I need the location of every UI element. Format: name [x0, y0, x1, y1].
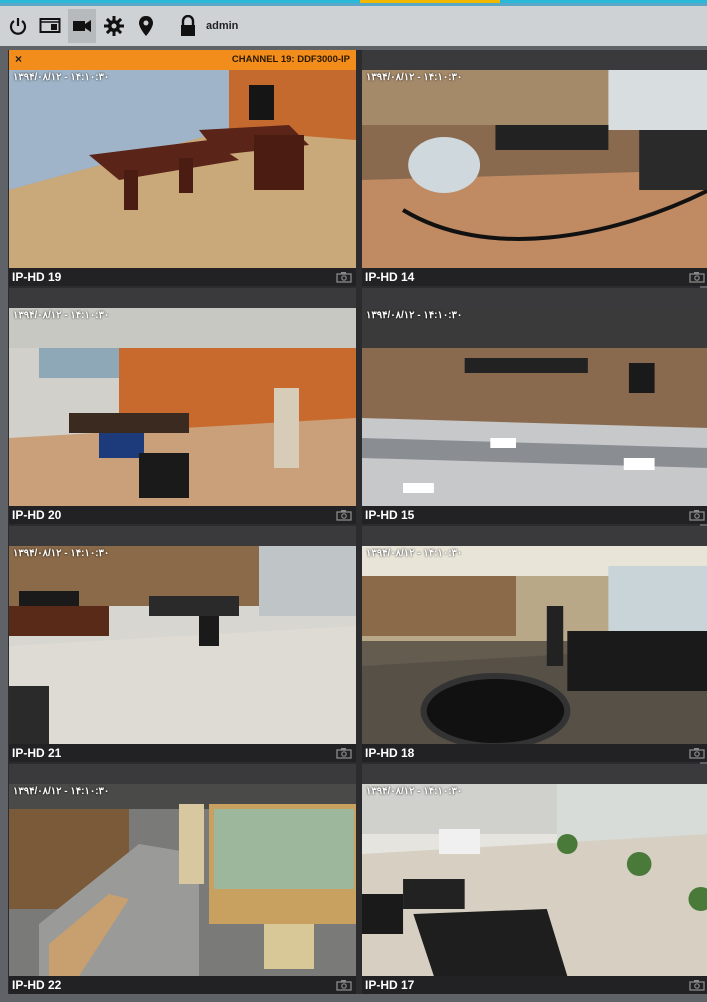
- camera-feed: [9, 784, 356, 976]
- timestamp: ۱۳۹۴/۰۸/۱۲ - ۱۴:۱۰:۳۰: [13, 310, 110, 321]
- power-icon[interactable]: [4, 9, 32, 43]
- toolbar: admin: [0, 6, 707, 46]
- tile-header: [9, 764, 356, 784]
- tile-header: [362, 288, 707, 308]
- lock-icon[interactable]: [174, 9, 202, 43]
- camera-tile[interactable]: ۱۳۹۴/۰۸/۱۲ - ۱۴:۱۰:۳۰ IP-HD 22: [9, 764, 356, 994]
- timestamp: ۱۳۹۴/۰۸/۱۲ - ۱۴:۱۰:۳۰: [366, 310, 463, 321]
- camera-feed: [9, 546, 356, 744]
- camera-tile[interactable]: ۱۳۹۴/۰۸/۱۲ - ۱۴:۱۰:۳۰ IP-HD 18: [362, 526, 707, 762]
- camera-feed: [9, 70, 356, 268]
- camera-grid: × CHANNEL 19: DDF3000-IP ۱۳۹۴/۰۸/۱۲ - ۱۴…: [8, 50, 707, 994]
- snapshot-camera-icon[interactable]: [689, 979, 705, 991]
- timestamp: ۱۳۹۴/۰۸/۱۲ - ۱۴:۱۰:۳۰: [13, 786, 110, 797]
- camera-name: IP-HD 19: [12, 270, 62, 284]
- snapshot-camera-icon[interactable]: [336, 747, 352, 759]
- timestamp: ۱۳۹۴/۰۸/۱۲ - ۱۴:۱۰:۳۰: [366, 548, 463, 559]
- tile-header: [9, 526, 356, 546]
- tile-header: × CHANNEL 19: DDF3000-IP: [9, 50, 356, 70]
- camera-name: IP-HD 17: [365, 978, 415, 992]
- camera-name: IP-HD 14: [365, 270, 415, 284]
- camera-name: IP-HD 21: [12, 746, 62, 760]
- tile-header: [362, 526, 707, 546]
- camera-feed: [9, 308, 356, 506]
- camera-tile[interactable]: ۱۳۹۴/۰۸/۱۲ - ۱۴:۱۰:۳۰ IP-HD 15: [362, 288, 707, 524]
- timestamp: ۱۳۹۴/۰۸/۱۲ - ۱۴:۱۰:۳۰: [366, 786, 463, 797]
- snapshot-camera-icon[interactable]: [689, 747, 705, 759]
- camera-tile[interactable]: × CHANNEL 19: DDF3000-IP ۱۳۹۴/۰۸/۱۲ - ۱۴…: [9, 50, 356, 286]
- camera-tile[interactable]: ۱۳۹۴/۰۸/۱۲ - ۱۴:۱۰:۳۰ IP-HD 21: [9, 526, 356, 762]
- tile-header: [362, 764, 707, 784]
- camera-video-icon[interactable]: [68, 9, 96, 43]
- camera-feed: [362, 70, 707, 268]
- snapshot-camera-icon[interactable]: [689, 271, 705, 283]
- snapshot-camera-icon[interactable]: [336, 979, 352, 991]
- camera-name: IP-HD 22: [12, 978, 62, 992]
- camera-feed: [362, 308, 707, 506]
- tile-header: [9, 288, 356, 308]
- camera-tile[interactable]: ۱۳۹۴/۰۸/۱۲ - ۱۴:۱۰:۳۰ IP-HD 20: [9, 288, 356, 524]
- camera-name: IP-HD 15: [365, 508, 415, 522]
- location-pin-icon[interactable]: [132, 9, 160, 43]
- camera-name: IP-HD 20: [12, 508, 62, 522]
- snapshot-camera-icon[interactable]: [336, 509, 352, 521]
- camera-name: IP-HD 18: [365, 746, 415, 760]
- snapshot-camera-icon[interactable]: [689, 509, 705, 521]
- username-label: admin: [206, 20, 239, 32]
- snapshot-camera-icon[interactable]: [336, 271, 352, 283]
- monitor-layout-icon[interactable]: [36, 9, 64, 43]
- gear-icon[interactable]: [100, 9, 128, 43]
- timestamp: ۱۳۹۴/۰۸/۱۲ - ۱۴:۱۰:۳۰: [13, 548, 110, 559]
- timestamp: ۱۳۹۴/۰۸/۱۲ - ۱۴:۱۰:۳۰: [366, 72, 463, 83]
- close-icon[interactable]: ×: [15, 52, 22, 66]
- tile-header: [362, 50, 707, 70]
- camera-tile[interactable]: ۱۳۹۴/۰۸/۱۲ - ۱۴:۱۰:۳۰ IP-HD 14: [362, 50, 707, 286]
- timestamp: ۱۳۹۴/۰۸/۱۲ - ۱۴:۱۰:۳۰: [13, 72, 110, 83]
- camera-tile[interactable]: ۱۳۹۴/۰۸/۱۲ - ۱۴:۱۰:۳۰ IP-HD 17: [362, 764, 707, 994]
- channel-label: CHANNEL 19: DDF3000-IP: [231, 54, 350, 65]
- camera-feed: [362, 546, 707, 744]
- camera-feed: [362, 784, 707, 976]
